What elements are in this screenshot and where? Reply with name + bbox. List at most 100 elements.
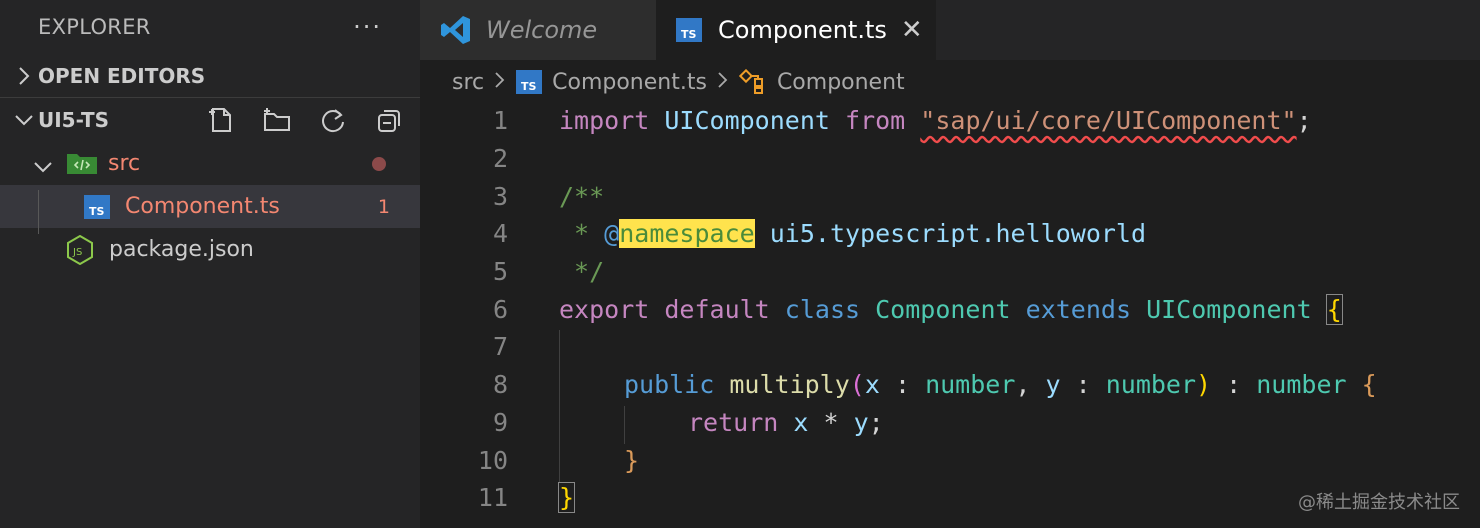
refresh-icon[interactable]	[316, 103, 350, 137]
jsdoc-namespace-value: ui5.typescript.helloworld	[754, 219, 1147, 249]
typescript-file-icon: TS	[516, 70, 543, 94]
watermark: @稀土掘金技术社区	[1298, 492, 1460, 513]
line-number: 3	[492, 181, 508, 211]
tab-welcome-label: Welcome	[486, 16, 598, 44]
svg-text:TS: TS	[521, 80, 537, 93]
base-class-name: UIComponent	[1146, 294, 1312, 324]
code-line-10: 10 }	[420, 441, 1480, 479]
comment: /**	[559, 181, 605, 211]
operator: *	[808, 407, 854, 437]
keyword-default: default	[664, 294, 770, 324]
package-file-label: package.json	[109, 237, 254, 262]
tab-component-label: Component.ts	[718, 16, 887, 44]
keyword-public: public	[624, 370, 715, 400]
line-number: 11	[477, 483, 508, 513]
src-folder-label: src	[108, 151, 141, 176]
tab-welcome[interactable]: Welcome	[420, 0, 656, 60]
string-module-path: "sap/ui/core/UIComponent"	[920, 106, 1297, 136]
tab-component[interactable]: TS Component.ts ✕	[656, 0, 936, 60]
keyword-class: class	[784, 294, 861, 324]
src-folder-icon	[66, 150, 98, 182]
typescript-file-icon: TS	[676, 18, 702, 42]
comma: ,	[1015, 370, 1046, 400]
code-line-3: 3 /**	[420, 177, 1480, 215]
code-line-7: 7	[420, 328, 1480, 366]
open-editors-section[interactable]: OPEN EDITORS	[0, 54, 420, 98]
method-name: multiply	[729, 370, 850, 400]
chevron-down-icon	[33, 155, 53, 180]
colon: :	[879, 370, 926, 400]
line-number: 6	[492, 294, 508, 324]
jsdoc-at: @	[604, 219, 620, 249]
new-file-icon[interactable]	[204, 103, 238, 137]
comment: *	[559, 219, 605, 249]
breadcrumb-folder[interactable]: src	[452, 70, 484, 95]
identifier: UIComponent	[664, 106, 830, 136]
keyword-return: return	[688, 407, 779, 437]
close-brace: }	[557, 482, 576, 514]
tab-bar: Welcome TS Component.ts ✕	[420, 0, 1480, 60]
collapse-all-icon[interactable]	[372, 103, 406, 137]
comment: */	[559, 257, 605, 287]
class-symbol-icon	[738, 69, 767, 95]
type-number: number	[925, 370, 1016, 400]
keyword-from: from	[845, 106, 906, 136]
chevron-down-icon	[10, 113, 38, 127]
code-line-2: 2	[420, 140, 1480, 178]
workspace-actions	[204, 98, 406, 142]
explorer-header: EXPLORER ···	[0, 0, 420, 54]
colon: :	[1211, 370, 1257, 400]
line-number: 2	[492, 144, 508, 174]
keyword-extends: extends	[1025, 294, 1132, 324]
tree-file-package[interactable]: JS package.json	[0, 228, 420, 271]
svg-text:TS: TS	[681, 28, 697, 41]
var-x: x	[793, 407, 809, 437]
type-number: number	[1105, 370, 1197, 400]
line-number: 1	[492, 106, 508, 136]
chevron-right-icon	[10, 66, 38, 86]
param-y: y	[1045, 370, 1061, 400]
class-name: Component	[875, 294, 1011, 324]
line-number: 5	[492, 257, 508, 287]
open-brace: {	[1346, 370, 1377, 400]
code-editor[interactable]: 1 import UIComponent from "sap/ui/core/U…	[420, 102, 1480, 517]
semicolon: ;	[1296, 106, 1312, 136]
nodejs-file-icon: JS	[66, 234, 94, 271]
chevron-right-icon	[494, 70, 506, 95]
code-line-4: 4 * @namespace ui5.typescript.helloworld	[420, 215, 1480, 253]
open-editors-label: OPEN EDITORS	[38, 63, 206, 88]
breadcrumb-symbol[interactable]: Component	[777, 70, 905, 95]
problem-count-badge: 1	[377, 195, 390, 218]
explorer-title: EXPLORER	[38, 15, 151, 39]
code-line-6: 6 export default class Component extends…	[420, 290, 1480, 328]
semicolon: ;	[868, 407, 884, 437]
workspace-section[interactable]: UI5-TS	[0, 98, 420, 142]
chevron-right-icon	[717, 70, 729, 95]
vscode-logo-icon	[440, 14, 472, 46]
code-line-9: 9 return x * y;	[420, 404, 1480, 442]
code-line-8: 8 public multiply(x : number, y : number…	[420, 366, 1480, 404]
open-paren: (	[849, 370, 865, 400]
svg-text:TS: TS	[89, 205, 105, 218]
colon: :	[1060, 370, 1106, 400]
keyword-export: export	[559, 294, 650, 324]
tree-folder-src[interactable]: src	[0, 142, 420, 185]
line-number: 9	[492, 407, 508, 437]
breadcrumb-file[interactable]: Component.ts	[552, 70, 707, 95]
new-folder-icon[interactable]	[260, 103, 294, 137]
line-number: 8	[492, 370, 508, 400]
open-brace: {	[1325, 293, 1343, 325]
typescript-file-icon: TS	[84, 195, 110, 225]
var-y: y	[853, 407, 869, 437]
workspace-label: UI5-TS	[38, 108, 110, 132]
code-line-1: 1 import UIComponent from "sap/ui/core/U…	[420, 102, 1480, 140]
code-line-5: 5 */	[420, 253, 1480, 291]
tree-file-component[interactable]: TS Component.ts 1	[0, 185, 420, 228]
svg-text:JS: JS	[72, 247, 82, 258]
explorer-sidebar: EXPLORER ··· OPEN EDITORS UI5-TS src TS …	[0, 0, 420, 528]
close-icon[interactable]: ✕	[901, 15, 923, 45]
keyword-import: import	[559, 106, 650, 136]
type-number: number	[1256, 370, 1347, 400]
more-actions-icon[interactable]: ···	[353, 13, 382, 41]
param-x: x	[864, 370, 880, 400]
